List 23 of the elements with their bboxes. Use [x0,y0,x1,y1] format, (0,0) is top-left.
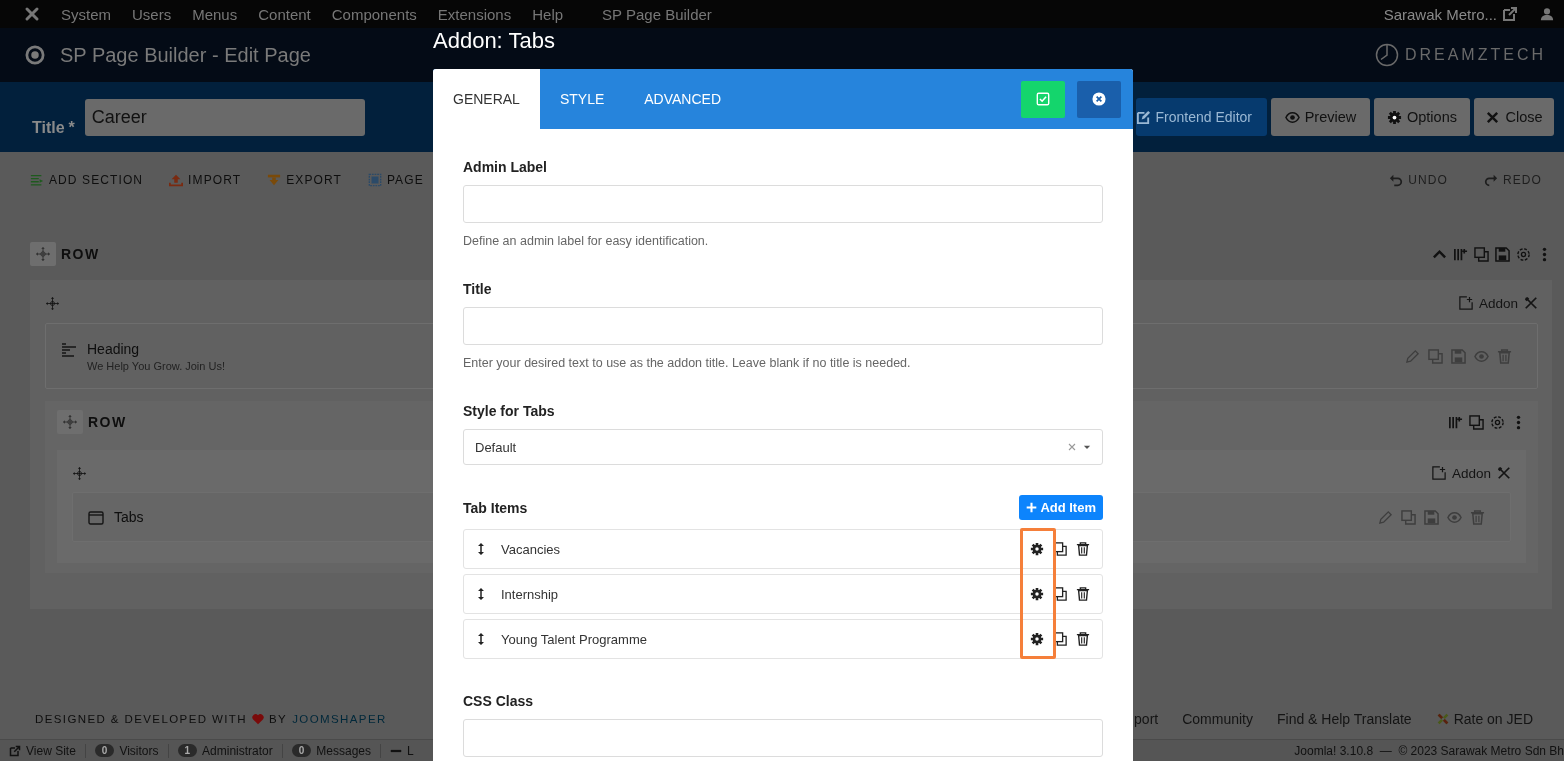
field-label: Admin Label [463,158,548,177]
field-label: Tab Items [463,498,528,518]
copyright-text: Joomla! 3.10.8 — © 2023 Sarawak Metro Sdn Bh [1294,743,1564,758]
count-badge: 1 [177,744,198,757]
page-title: SP Page Builder - Edit Page [60,43,311,67]
row-label: ROW [88,414,127,430]
count-badge: 0 [291,744,312,757]
credit-text: BY [269,713,288,725]
row-label: ROW [61,246,100,262]
addon-title: Heading [87,340,141,357]
field-label: Title [463,280,493,299]
help-text: Enter your desired text to use as the addon title. Leave blank if no title is needed. [463,355,912,371]
required-mark: * [68,119,75,137]
credit-text: DESIGNED & DEVELOPED WITH [35,713,247,725]
field-label: CSS Class [463,692,535,711]
field-label: Style for Tabs [463,402,556,421]
title-label: Title [32,119,65,137]
count-badge: 0 [94,744,115,757]
modal-title: Addon: Tabs [433,28,555,55]
help-text: Define an admin label for easy identification. [463,233,710,249]
addon-title: Tabs [114,508,144,525]
logo-text: DREAMZTECH [1404,46,1546,64]
addon-subtitle: We Help You Grow. Join Us! [87,359,225,372]
